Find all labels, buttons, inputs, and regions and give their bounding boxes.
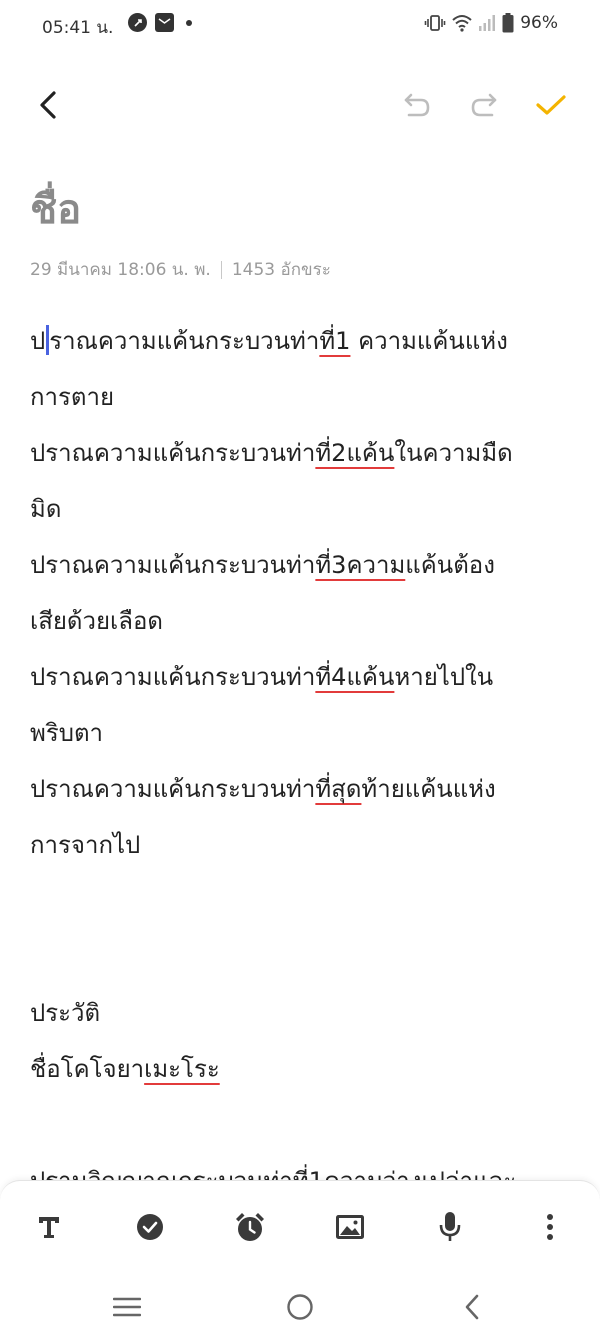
format-toolbar [0,1180,600,1275]
notification-app-icon [128,13,147,32]
insert-image-button[interactable] [328,1205,372,1249]
body-line: ประวัติ [30,999,101,1027]
save-button[interactable] [521,75,581,135]
spelling-error[interactable]: ที่2แค้น [315,439,394,467]
checkbox-icon [137,1214,163,1240]
body-line: มิด [30,495,62,523]
voice-input-button[interactable] [428,1205,472,1249]
note-editor-screen: 05:41 น. 96% ชื่อ 29 มีนาคม 18:06 น. พ. … [0,0,600,1338]
home-icon [287,1294,313,1320]
note-body[interactable]: ปราณความแค้นกระบวนท่าที่1 ความแค้นแห่ง ก… [30,313,575,1209]
battery-icon [502,13,514,33]
recent-apps-button[interactable] [102,1287,152,1327]
body-line: พริบตา [30,719,104,747]
redo-icon [471,93,497,117]
body-line: เสียด้วยเลือด [30,607,163,635]
body-line: การจากไป [30,831,141,859]
body-line: ชื่อโคโจยาเมะโระ [30,1055,220,1083]
system-back-button[interactable] [447,1287,497,1327]
note-meta: 29 มีนาคม 18:06 น. พ. 1453 อักขระ [30,256,331,284]
body-line: ปราณความแค้นกระบวนท่าที่4แค้นหายไปใน [30,663,494,691]
home-button[interactable] [275,1287,325,1327]
wifi-icon [452,15,472,32]
more-vertical-icon [547,1214,553,1240]
back-icon [465,1294,479,1320]
more-notifications-dot-icon [186,19,192,26]
check-icon [536,95,566,115]
microphone-icon [439,1212,461,1241]
body-line: ปราณความแค้นกระบวนท่าที่2แค้นในความมืด [30,439,513,467]
spelling-error[interactable]: ที่4แค้น [315,663,394,691]
more-options-button[interactable] [528,1205,572,1249]
reminder-button[interactable] [228,1205,272,1249]
spelling-error[interactable]: เมะโระ [144,1055,220,1083]
mail-notification-icon [155,13,174,32]
body-line: ปราณความแค้นกระบวนท่าที่1 ความแค้นแห่ง [30,325,508,355]
battery-percentage: 96% [520,13,558,33]
body-line: การตาย [30,383,115,411]
spelling-error[interactable]: ที่สุด [315,775,361,803]
back-button[interactable] [18,75,78,135]
notification-icons [128,13,192,32]
body-line: ปราณความแค้นกระบวนท่าที่3ความแค้นต้อง [30,551,495,579]
system-status-icons: 96% [424,13,558,33]
cell-signal-icon [479,15,496,31]
undo-button[interactable] [387,75,447,135]
body-line: ปราณความแค้นกระบวนท่าที่สุดท้ายแค้นแห่ง [30,775,496,803]
alarm-icon [236,1213,264,1241]
system-navigation-bar [0,1275,600,1338]
back-arrow-icon [40,91,56,119]
note-char-count: 1453 อักขระ [231,260,331,280]
text-format-button[interactable] [27,1205,71,1249]
text-format-icon [39,1217,59,1238]
note-date: 29 มีนาคม 18:06 น. พ. [30,260,211,280]
vibrate-icon [424,15,446,31]
undo-icon [404,93,430,117]
status-time: 05:41 น. [42,18,114,38]
meta-divider [220,261,222,279]
spelling-error[interactable]: ที่1 [319,327,350,355]
recent-apps-icon [113,1297,141,1317]
checklist-button[interactable] [128,1205,172,1249]
redo-button[interactable] [454,75,514,135]
note-title[interactable]: ชื่อ [30,182,81,238]
image-icon [336,1215,364,1239]
editor-toolbar [0,75,600,135]
status-bar: 05:41 น. 96% [0,0,600,50]
spelling-error[interactable]: ที่3ความ [315,551,405,579]
